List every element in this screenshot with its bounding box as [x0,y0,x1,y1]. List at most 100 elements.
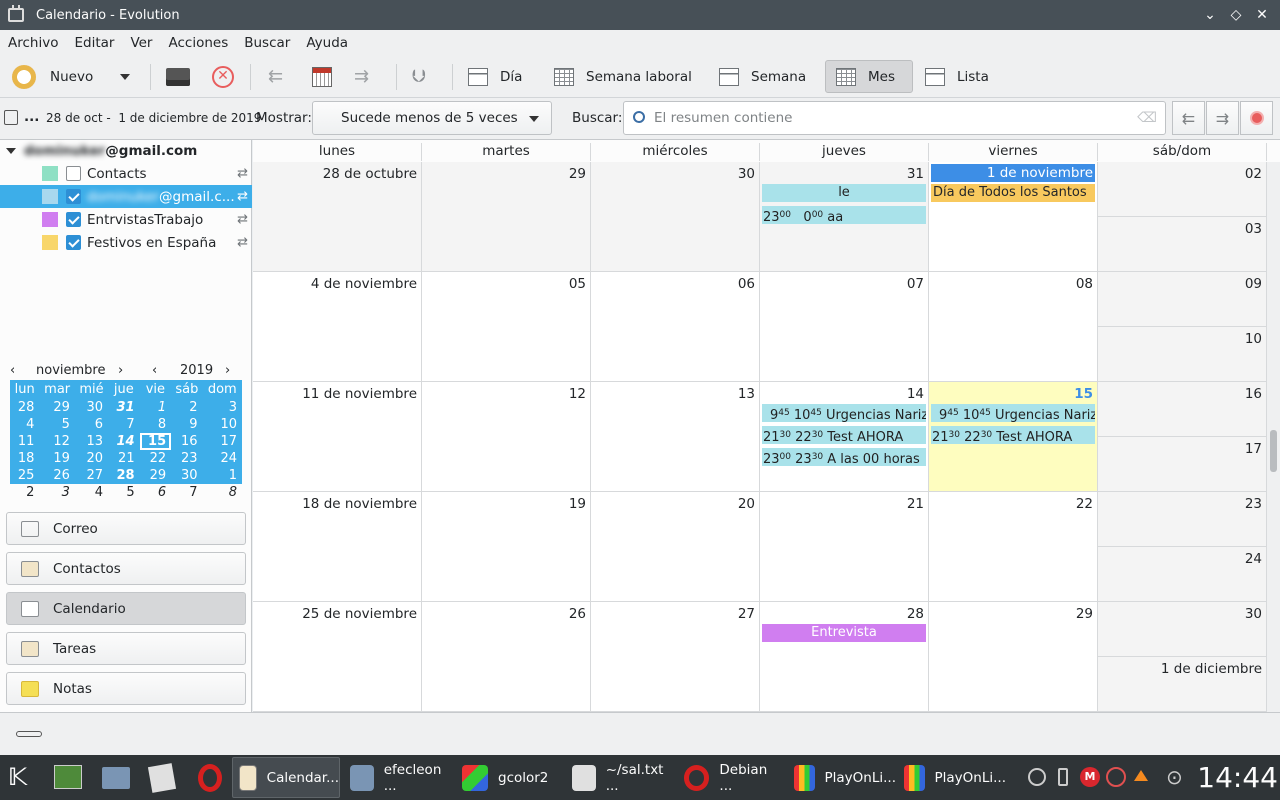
previous-button[interactable]: ⇇ [268,60,283,93]
print-button[interactable] [166,60,190,93]
mini-day[interactable]: 17 [202,433,242,450]
task-playonlinux-2[interactable]: PlayOnLi... [898,757,1006,798]
mini-day-today[interactable]: 15 [139,433,172,450]
network-icon[interactable]: ⊙ [1166,765,1183,789]
mega-icon[interactable]: M [1080,767,1100,787]
new-dropdown-button[interactable] [116,60,130,93]
kde-menu-icon[interactable]: 𝕂 [8,763,27,791]
menu-buscar[interactable]: Buscar [244,35,290,51]
source-item-gmail[interactable]: dominuker @gmail.c... ⇄ [0,185,252,208]
mini-day[interactable]: 9 [171,416,203,433]
mini-day[interactable]: 28 [10,399,40,416]
task-text-file[interactable]: ~/sal.txt ... [566,757,674,798]
day-cell[interactable]: 25 de noviembre [253,602,422,712]
day-cell[interactable]: 14 945 1045 Urgencias Nariz 2130 2230 Te… [760,382,929,492]
mini-day[interactable]: 24 [202,450,242,467]
day-cell[interactable]: 12 [422,382,591,492]
day-cell[interactable]: 18 de noviembre [253,492,422,602]
mini-day[interactable]: 19 [39,450,75,467]
go-to-date-button[interactable]: ⮋ [412,60,426,93]
delete-button[interactable]: ✕ [212,60,234,93]
event-test[interactable]: 2130 2230 Test AHORA [931,426,1095,444]
day-cell[interactable]: 27 [591,602,760,712]
today-button[interactable] [312,60,332,93]
mini-day[interactable]: 18 [10,450,40,467]
day-cell[interactable]: 13 [591,382,760,492]
mini-day[interactable]: 5 [39,416,75,433]
clock[interactable]: 14:44 [1197,761,1278,794]
switcher-tasks-button[interactable]: Tareas [6,632,246,665]
day-cell[interactable]: 07 [760,272,929,382]
close-icon[interactable]: ✕ [1254,7,1270,23]
day-cell[interactable]: 31 le 2300 000 aa [760,162,929,272]
day-cell-sunday[interactable]: 17 [1098,437,1267,492]
search-stop-button[interactable] [1240,101,1273,135]
mini-day[interactable]: 31 [108,399,140,416]
switcher-contacts-button[interactable]: Contactos [6,552,246,585]
event-le[interactable]: le [762,184,926,202]
day-cell-sunday[interactable]: 10 [1098,327,1267,382]
battery-icon[interactable] [1058,768,1068,786]
task-debian[interactable]: Debian ... [678,757,782,798]
switcher-mail-button[interactable]: Correo [6,512,246,545]
mini-day[interactable]: 26 [39,467,75,484]
mini-day[interactable]: 3 [39,484,74,501]
notification-arrow-icon[interactable] [1134,770,1148,781]
mini-day[interactable]: 29 [139,467,172,484]
day-cell[interactable]: 29 [422,162,591,272]
day-cell-saturday[interactable]: 30 [1098,602,1267,657]
mini-day[interactable]: 22 [139,450,172,467]
source-checkbox[interactable] [66,235,81,250]
prev-month-icon[interactable]: ‹ [10,363,15,378]
day-cell-sunday[interactable]: 03 [1098,217,1267,272]
mini-day[interactable]: 5 [108,484,140,501]
day-cell[interactable]: 19 [422,492,591,602]
mini-day[interactable]: 8 [203,484,242,501]
account-row[interactable]: dominuker @gmail.com [0,140,252,162]
task-gcolor2[interactable]: gcolor2 [456,757,560,798]
event-a-las-00[interactable]: 2300 2330 A las 00 horas [762,448,926,466]
new-button[interactable]: Nuevo [12,60,93,93]
task-playonlinux-1[interactable]: PlayOnLi... [788,757,896,798]
day-cell[interactable]: 29 [929,602,1098,712]
search-prev-button[interactable]: ⇇ [1172,101,1205,135]
mini-day[interactable]: 12 [39,433,75,450]
scrollbar-thumb[interactable] [1270,430,1277,472]
mini-day[interactable]: 27 [74,467,109,484]
task-file-manager[interactable]: efecleon ... [344,757,452,798]
day-cell[interactable]: 4 de noviembre [253,272,422,382]
mini-day[interactable]: 2 [10,484,39,501]
source-item-entrevistas[interactable]: EntrvistasTrabajo ⇄ [0,208,252,231]
file-manager-icon[interactable] [102,767,130,789]
mini-day[interactable]: 6 [74,416,109,433]
day-cell[interactable]: 26 [422,602,591,712]
mini-day[interactable]: 13 [74,433,109,450]
search-input[interactable]: El resumen contiene ⌫ [623,101,1166,135]
opera-icon[interactable] [198,764,222,792]
mini-day[interactable]: 1 [202,467,242,484]
prev-year-icon[interactable]: ‹ [152,363,157,378]
mini-day[interactable]: 30 [74,399,109,416]
clock-tray-icon[interactable] [1028,768,1046,786]
day-cell-saturday[interactable]: 23 [1098,492,1267,547]
source-item-festivos[interactable]: Festivos en España ⇄ [0,231,252,254]
day-cell-today[interactable]: 15 945 1045 Urgencias Nariz 2130 2230 Te… [929,382,1098,492]
maximize-icon[interactable]: ◇ [1228,7,1244,23]
text-editor-icon[interactable] [147,763,177,793]
view-week-button[interactable]: Semana [719,60,812,93]
day-cell[interactable]: 28 Entrevista [760,602,929,712]
event-urgencias[interactable]: 945 1045 Urgencias Nariz [762,404,926,422]
mini-day[interactable]: 16 [171,433,203,450]
mini-day[interactable]: 25 [10,467,40,484]
day-cell[interactable]: 06 [591,272,760,382]
event-test[interactable]: 2130 2230 Test AHORA [762,426,926,444]
mini-day[interactable]: 28 [108,467,140,484]
event-aa[interactable]: 2300 000 aa [762,206,926,224]
next-year-icon[interactable]: › [225,363,230,378]
mini-day[interactable]: 20 [74,450,109,467]
menu-ver[interactable]: Ver [130,35,152,51]
show-filter-select[interactable]: Sucede menos de 5 veces [312,101,552,135]
day-cell[interactable]: 08 [929,272,1098,382]
day-cell[interactable]: 21 [760,492,929,602]
view-day-button[interactable]: Día [468,60,528,93]
